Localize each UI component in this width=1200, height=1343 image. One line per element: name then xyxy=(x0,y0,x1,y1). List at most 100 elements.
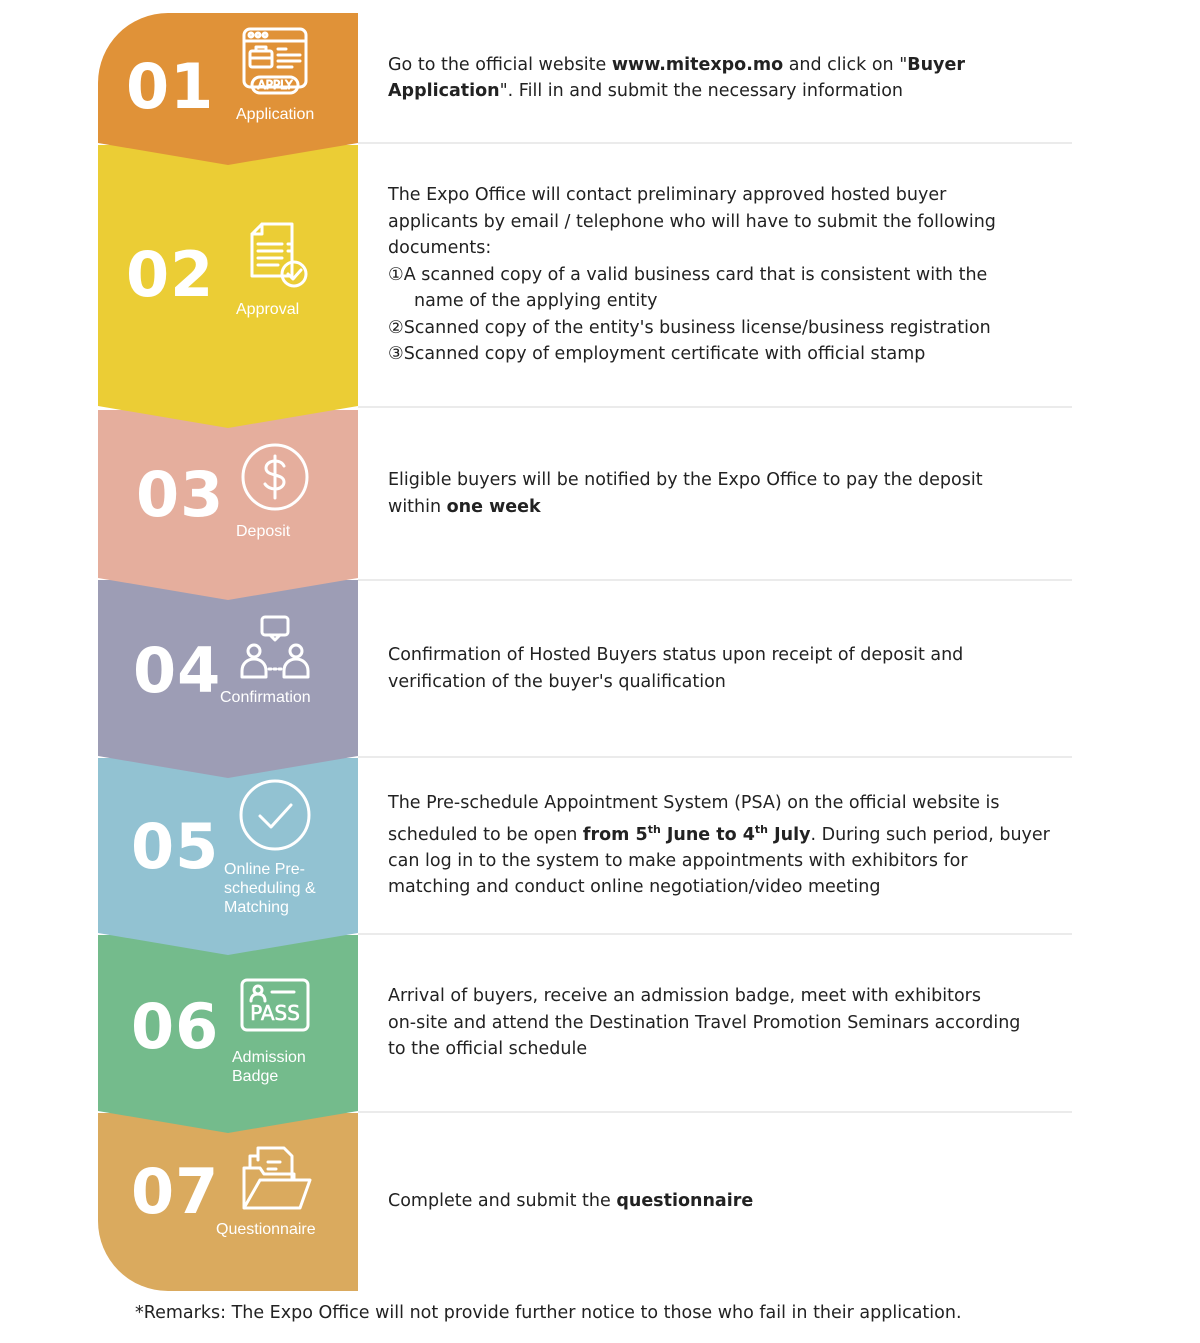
description-line: matching and conduct online negotiation/… xyxy=(388,874,1050,901)
step-number: 06 xyxy=(131,990,220,1063)
description-line: verification of the buyer's qualificatio… xyxy=(388,669,963,696)
text: Arrival of buyers, receive an admission … xyxy=(388,986,981,1007)
step-04-row: Confirmation of Hosted Buyers status upo… xyxy=(388,580,1068,757)
step-03-row: Eligible buyers will be notified by the … xyxy=(388,407,1068,580)
step-number: 03 xyxy=(136,458,225,531)
bold-text: Buyer xyxy=(907,54,965,75)
text: ". Fill in and submit the necessary info… xyxy=(499,81,903,101)
folder-documents-icon xyxy=(238,1142,312,1216)
text: documents: xyxy=(388,238,492,259)
step-label: Admission Badge xyxy=(232,1049,306,1085)
step-07-band: 07 Questionnaire xyxy=(98,1113,358,1291)
bold-text: July xyxy=(768,824,811,845)
step-label: Confirmation xyxy=(220,689,311,706)
bold-text: www.mitexpo.mo xyxy=(611,54,784,75)
step-description: Eligible buyers will be notified by the … xyxy=(388,467,983,520)
step-label: Approval xyxy=(236,301,300,318)
step-description: Confirmation of Hosted Buyers status upo… xyxy=(388,642,963,695)
dollar-circle-icon xyxy=(238,440,312,514)
step-description: The Expo Office will contact preliminary… xyxy=(388,182,996,368)
bold-text: Application xyxy=(388,81,500,101)
step-03-band: 03 Deposit xyxy=(98,410,358,600)
description-line: ①A scanned copy of a valid business card… xyxy=(388,262,996,289)
text: ①A scanned copy of a valid business card… xyxy=(388,264,988,285)
remarks: *Remarks: The Expo Office will not provi… xyxy=(135,1303,962,1323)
description-line: Confirmation of Hosted Buyers status upo… xyxy=(388,642,963,669)
step-07-row: Complete and submit the questionnaire xyxy=(388,1112,1068,1290)
text: matching and conduct online negotiation/… xyxy=(388,877,881,898)
svg-text:APPLY: APPLY xyxy=(257,78,293,92)
step-06-band: 06 PASS Admission Badge xyxy=(98,935,358,1133)
text: applicants by email / telephone who will… xyxy=(388,211,996,232)
step-label: Questionnaire xyxy=(216,1221,316,1238)
pass-badge-icon: PASS xyxy=(238,972,312,1046)
step-label: Online Pre- scheduling & Matching xyxy=(224,861,316,916)
step-06-row: Arrival of buyers, receive an admission … xyxy=(388,934,1068,1112)
bold-text: th xyxy=(647,822,661,836)
description-line: ③Scanned copy of employment certificate … xyxy=(388,341,996,368)
bold-text: June to 4 xyxy=(660,824,755,845)
step-description: Arrival of buyers, receive an admission … xyxy=(388,983,1020,1063)
description-line: scheduled to be open from 5th June to 4t… xyxy=(388,817,1050,848)
check-circle-icon xyxy=(238,778,312,852)
description-line: The Pre-schedule Appointment System (PSA… xyxy=(388,790,1050,817)
description-line: name of the applying entity xyxy=(388,288,996,315)
text: name of the applying entity xyxy=(414,291,658,312)
description-line: The Expo Office will contact preliminary… xyxy=(388,182,996,209)
bold-text: questionnaire xyxy=(616,1190,754,1211)
text: The Expo Office will contact preliminary… xyxy=(388,185,947,206)
description-line: within one week xyxy=(388,494,983,521)
text: Confirmation of Hosted Buyers status upo… xyxy=(388,645,964,665)
description-line: Application". Fill in and submit the nec… xyxy=(388,78,965,105)
description-line: Arrival of buyers, receive an admission … xyxy=(388,983,1020,1010)
step-01-row: Go to the official website www.mitexpo.m… xyxy=(388,13,1068,143)
text: Go to the official website xyxy=(388,54,612,75)
description-line: documents: xyxy=(388,235,996,262)
step-02-band: 02 Approval xyxy=(98,145,358,428)
description-line: on-site and attend the Destination Trave… xyxy=(388,1010,1020,1037)
text: ③Scanned copy of employment certificate … xyxy=(388,344,926,365)
step-number: 05 xyxy=(131,810,220,883)
text: The Pre-schedule Appointment System (PSA… xyxy=(388,793,1000,814)
bold-text: one week xyxy=(446,496,541,517)
svg-text:PASS: PASS xyxy=(250,1001,300,1025)
text: Eligible buyers will be notified by the … xyxy=(388,470,983,490)
description-line: Complete and submit the questionnaire xyxy=(388,1188,753,1215)
step-05-band: 05 Online Pre- scheduling & Matching xyxy=(98,758,358,955)
description-line: Eligible buyers will be notified by the … xyxy=(388,467,983,494)
description-line: ②Scanned copy of the entity's business l… xyxy=(388,315,996,342)
description-line: Go to the official website www.mitexpo.m… xyxy=(388,52,965,79)
description-line: can log in to the system to make appoint… xyxy=(388,848,1050,875)
step-label: Deposit xyxy=(236,523,291,540)
step-number: 02 xyxy=(126,238,215,311)
step-number: 07 xyxy=(131,1155,220,1228)
description-line: applicants by email / telephone who will… xyxy=(388,209,996,236)
apply-web-icon: APPLY xyxy=(238,25,312,99)
step-description: Complete and submit the questionnaire xyxy=(388,1188,753,1215)
step-label: Application xyxy=(236,106,315,123)
text: on-site and attend the Destination Trave… xyxy=(388,1012,1021,1033)
step-02-row: The Expo Office will contact preliminary… xyxy=(388,143,1068,407)
text: and click on " xyxy=(783,54,908,75)
bold-text: from 5 xyxy=(582,824,648,845)
people-chat-icon xyxy=(238,613,312,687)
description-line: to the official schedule xyxy=(388,1036,1020,1063)
step-04-band: 04 Confirmation xyxy=(98,580,358,778)
step-number: 04 xyxy=(133,634,222,707)
bold-text: th xyxy=(754,822,769,836)
text: can log in to the system to make appoint… xyxy=(388,850,968,871)
text: Complete and submit the xyxy=(388,1190,617,1211)
step-description: The Pre-schedule Appointment System (PSA… xyxy=(388,790,1050,901)
text: scheduled to be open xyxy=(388,824,583,845)
steps-column: 01 APPLY Application 02 Approval 03 Deposit 04 C… xyxy=(98,13,358,1291)
text: to the official schedule xyxy=(388,1039,588,1060)
text: . During such period, buyer xyxy=(810,824,1050,845)
step-01-band: 01 APPLY Application xyxy=(98,13,358,165)
step-05-row: The Pre-schedule Appointment System (PSA… xyxy=(388,757,1068,934)
text: ②Scanned copy of the entity's business l… xyxy=(388,317,991,338)
step-description: Go to the official website www.mitexpo.m… xyxy=(388,52,965,105)
text: within xyxy=(388,496,447,517)
step-number: 01 xyxy=(126,50,215,123)
text: verification of the buyer's qualificatio… xyxy=(388,671,726,692)
document-check-icon xyxy=(238,218,312,292)
